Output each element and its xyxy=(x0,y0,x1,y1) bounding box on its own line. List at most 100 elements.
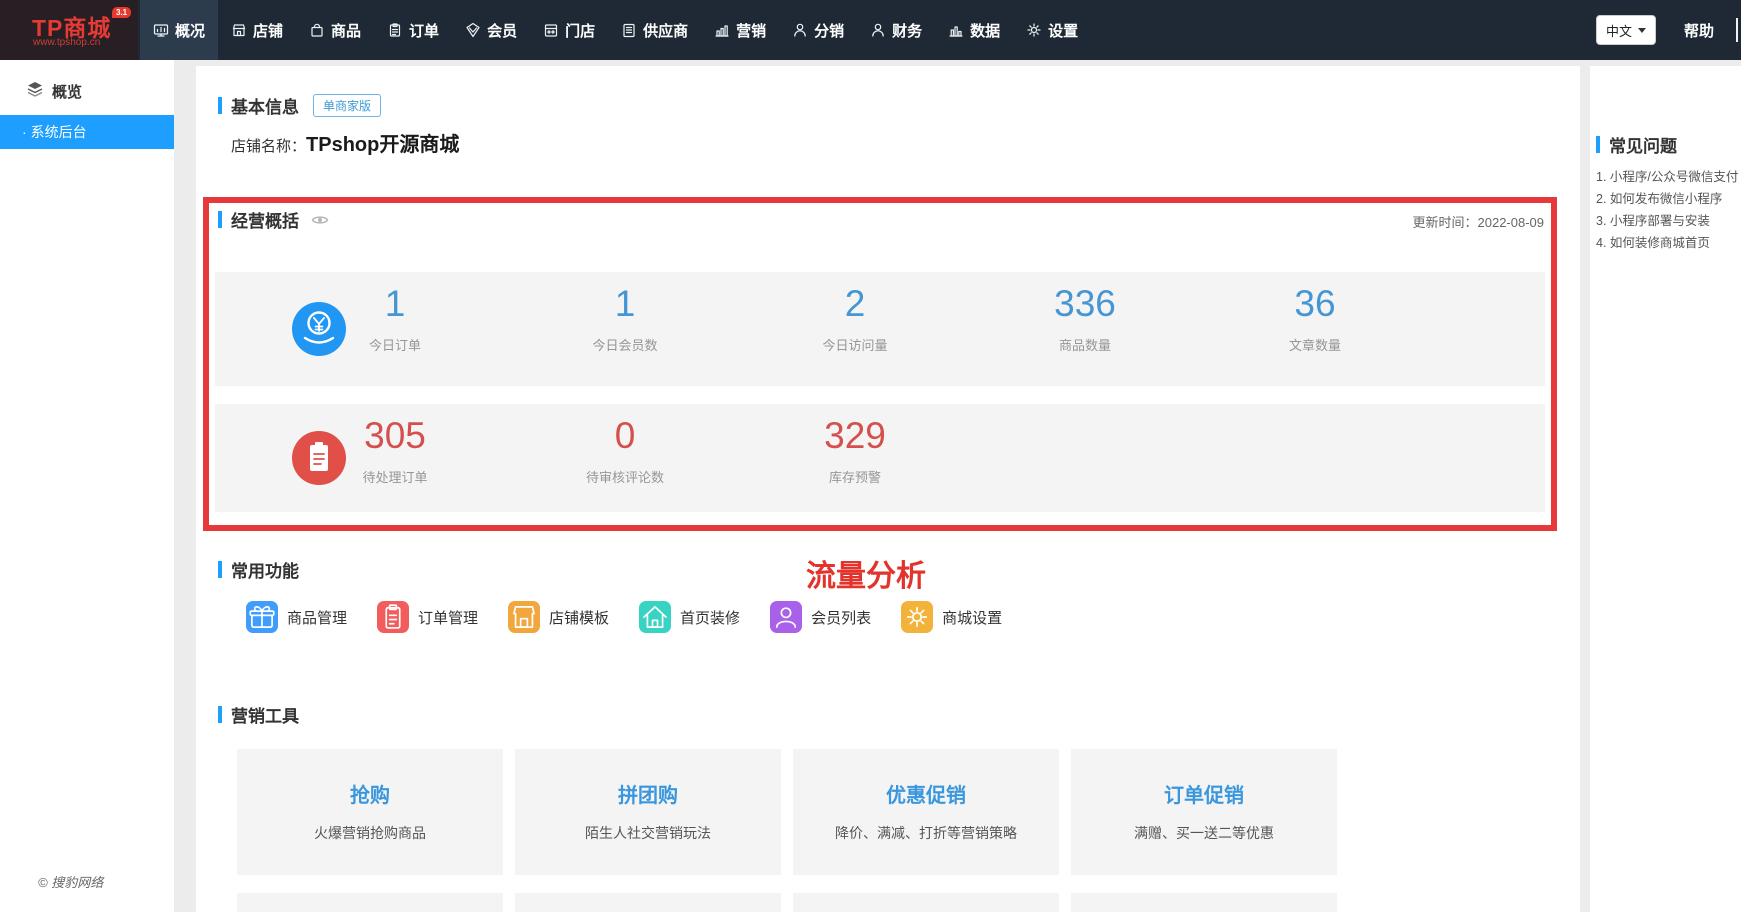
stat-goods-count: 336 商品数量 xyxy=(970,272,1200,386)
eye-icon[interactable] xyxy=(311,211,329,229)
stats-row-today: 1 今日订单 1 今日会员数 2 今日访问量 336 商品数量 36 文章数 xyxy=(215,272,1545,386)
shortcut-order-manage[interactable]: 订单管理 xyxy=(377,601,478,633)
card-discount-promo[interactable]: 优惠促销 降价、满减、打折等营销策略 xyxy=(793,749,1059,875)
update-time: 更新时间：2022-08-09 xyxy=(1413,212,1545,231)
stat-value: 329 xyxy=(740,414,970,458)
copyright: © 搜豹网络 xyxy=(38,872,103,891)
gear-icon xyxy=(1026,22,1042,38)
card-title: 优惠促销 xyxy=(793,779,1059,808)
shortcut-home-decorate[interactable]: 首页装修 xyxy=(639,601,740,633)
shortcuts-title: 常用功能 xyxy=(231,557,299,582)
stat-today-visits: 2 今日访问量 xyxy=(740,272,970,386)
nav-item-overview[interactable]: 概况 xyxy=(140,0,218,60)
section-accent-bar xyxy=(218,211,222,228)
shortcut-member-list[interactable]: 会员列表 xyxy=(770,601,871,633)
card-desc: 满赠、买一送二等优惠 xyxy=(1071,823,1337,843)
nav-item-label: 会员 xyxy=(487,20,517,41)
card-desc: 陌生人社交营销玩法 xyxy=(515,823,781,843)
shortcut-label: 店铺模板 xyxy=(549,607,609,628)
badge-diamond-icon xyxy=(465,22,481,38)
nav-item-goods[interactable]: 商品 xyxy=(296,0,374,60)
nav-item-label: 分销 xyxy=(814,20,844,41)
sidebar-item-system-backend[interactable]: 系统后台 xyxy=(0,115,174,149)
stat-label: 商品数量 xyxy=(970,335,1200,354)
sidebar-group-label: 概览 xyxy=(52,81,82,102)
nav-item-label: 概况 xyxy=(175,20,205,41)
nav-item-marketing[interactable]: 营销 xyxy=(701,0,779,60)
overview-title: 经营概括 xyxy=(231,207,299,232)
main-content: 基本信息 单商家版 店铺名称：TPshop开源商城 经营概括 更新时间：2022… xyxy=(196,66,1580,912)
nav-item-settings[interactable]: 设置 xyxy=(1013,0,1091,60)
section-accent-bar xyxy=(218,706,222,723)
card-flash-sale[interactable]: 抢购 火爆营销抢购商品 xyxy=(237,749,503,875)
card-order-promo[interactable]: 订单促销 满赠、买一送二等优惠 xyxy=(1071,749,1337,875)
nav-item-shop[interactable]: 店铺 xyxy=(218,0,296,60)
nav-separator xyxy=(1736,18,1738,42)
nav-item-distribution[interactable]: 分销 xyxy=(779,0,857,60)
card-group-buy[interactable]: 拼团购 陌生人社交营销玩法 xyxy=(515,749,781,875)
nav-item-orders[interactable]: 订单 xyxy=(374,0,452,60)
shortcut-mall-settings[interactable]: 商城设置 xyxy=(901,601,1002,633)
logo[interactable]: TP商城 www.tpshop.cn 3.1 xyxy=(0,0,138,60)
stat-value: 336 xyxy=(970,282,1200,326)
section-accent-bar xyxy=(218,561,222,578)
person-icon xyxy=(792,22,808,38)
nav-item-data[interactable]: 数据 xyxy=(935,0,1013,60)
clipboard-icon xyxy=(377,601,409,633)
nav-item-suppliers[interactable]: 供应商 xyxy=(608,0,701,60)
section-accent-bar xyxy=(218,97,222,114)
shop-name-value: TPshop开源商城 xyxy=(306,134,459,156)
nav-menu: 概况 店铺 商品 订单 会员 门店 xyxy=(140,0,1091,60)
shortcuts-row: 商品管理 订单管理 店铺模板 首页装修 会员列表 商城设置 xyxy=(246,601,1002,633)
gift-icon xyxy=(246,601,278,633)
card-partial[interactable] xyxy=(237,893,503,912)
logo-version-badge: 3.1 xyxy=(112,7,131,18)
shortcuts-header: 常用功能 xyxy=(218,557,299,582)
card-title: 订单促销 xyxy=(1071,779,1337,808)
language-value: 中文 xyxy=(1606,21,1632,40)
nav-item-stores[interactable]: 门店 xyxy=(530,0,608,60)
nav-item-label: 营销 xyxy=(736,20,766,41)
faq-item[interactable]: 4. 如何装修商城首页 xyxy=(1596,232,1738,254)
shortcut-label: 商品管理 xyxy=(287,607,347,628)
shortcut-shop-template[interactable]: 店铺模板 xyxy=(508,601,609,633)
nav-item-label: 订单 xyxy=(409,20,439,41)
nav-item-label: 门店 xyxy=(565,20,595,41)
stat-value: 305 xyxy=(280,414,510,458)
overview-header: 经营概括 xyxy=(218,207,329,232)
stat-stock-warning: 329 库存预警 xyxy=(740,404,970,512)
shortcut-goods-manage[interactable]: 商品管理 xyxy=(246,601,347,633)
left-sidebar: 概览 系统后台 © 搜豹网络 xyxy=(0,60,174,912)
stat-value: 1 xyxy=(510,282,740,326)
nav-item-finance[interactable]: 财务 xyxy=(857,0,935,60)
user-icon xyxy=(770,601,802,633)
stat-label: 库存预警 xyxy=(740,467,970,486)
stat-label: 待审核评论数 xyxy=(510,467,740,486)
storefront-icon xyxy=(543,22,559,38)
stat-today-orders: 1 今日订单 xyxy=(280,272,510,386)
card-partial[interactable] xyxy=(515,893,781,912)
shop-name-label: 店铺名称： xyxy=(231,138,306,155)
faq-title: 常见问题 xyxy=(1609,132,1677,157)
card-title: 抢购 xyxy=(237,779,503,808)
help-link[interactable]: 帮助 xyxy=(1684,20,1714,41)
nav-item-members[interactable]: 会员 xyxy=(452,0,530,60)
card-partial[interactable] xyxy=(1071,893,1337,912)
layers-icon xyxy=(26,80,44,103)
shop-name-row: 店铺名称：TPshop开源商城 xyxy=(231,128,459,157)
language-select[interactable]: 中文 xyxy=(1596,15,1656,45)
storefront-icon xyxy=(508,601,540,633)
shortcut-label: 首页装修 xyxy=(680,607,740,628)
shortcut-label: 会员列表 xyxy=(811,607,871,628)
stats-columns: 1 今日订单 1 今日会员数 2 今日访问量 336 商品数量 36 文章数 xyxy=(280,272,1430,386)
sidebar-group-overview[interactable]: 概览 xyxy=(0,74,174,108)
faq-item[interactable]: 2. 如何发布微信小程序 xyxy=(1596,188,1738,210)
stats-row-pending: 305 待处理订单 0 待审核评论数 329 库存预警 xyxy=(215,404,1545,512)
stat-label: 今日订单 xyxy=(280,335,510,354)
faq-item[interactable]: 1. 小程序/公众号微信支付 xyxy=(1596,166,1738,188)
person-icon xyxy=(870,22,886,38)
faq-item[interactable]: 3. 小程序部署与安装 xyxy=(1596,210,1738,232)
faq-list: 1. 小程序/公众号微信支付 2. 如何发布微信小程序 3. 小程序部署与安装 … xyxy=(1596,166,1738,254)
card-partial[interactable] xyxy=(793,893,1059,912)
chart-growth-icon xyxy=(714,22,730,38)
